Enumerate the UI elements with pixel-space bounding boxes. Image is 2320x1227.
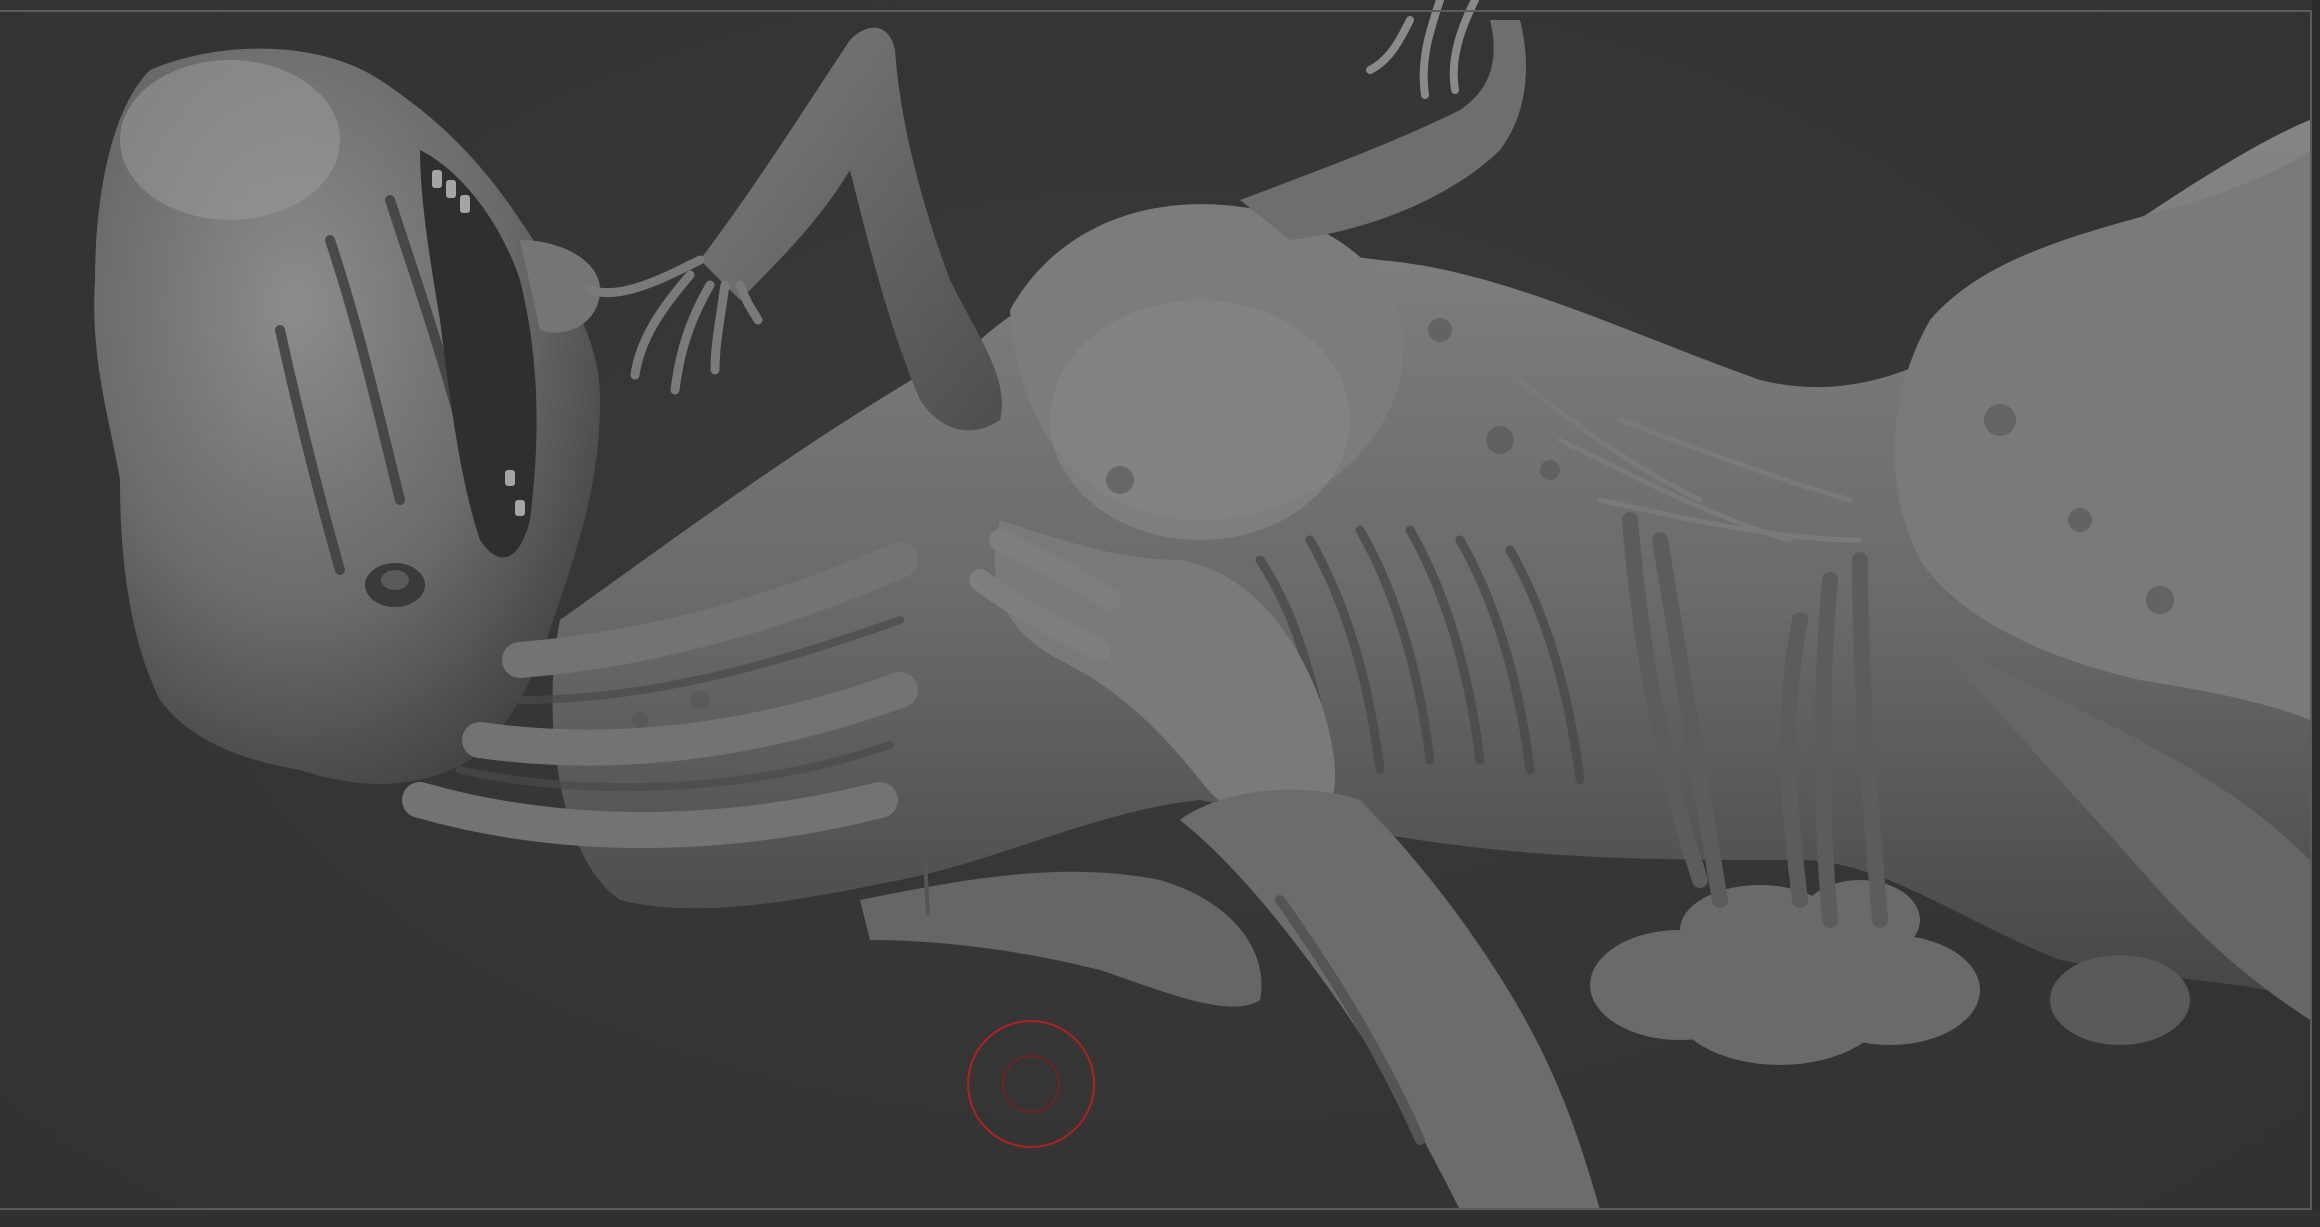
sculpt-viewport[interactable]	[0, 0, 2320, 1227]
top-forearm	[1240, 20, 1526, 240]
raised-arm	[700, 27, 1002, 431]
intestine-clump	[1590, 880, 1980, 1065]
brush-inner-circle-icon	[1002, 1055, 1060, 1113]
sculpted-creature-mesh[interactable]	[0, 0, 2320, 1227]
right-scroll-strip	[2312, 0, 2320, 1227]
bottom-strip	[0, 1212, 2320, 1227]
sculpt-application	[0, 0, 2320, 1227]
brush-circle-icon[interactable]	[967, 1020, 1095, 1148]
crossing-arm	[860, 871, 1262, 1007]
